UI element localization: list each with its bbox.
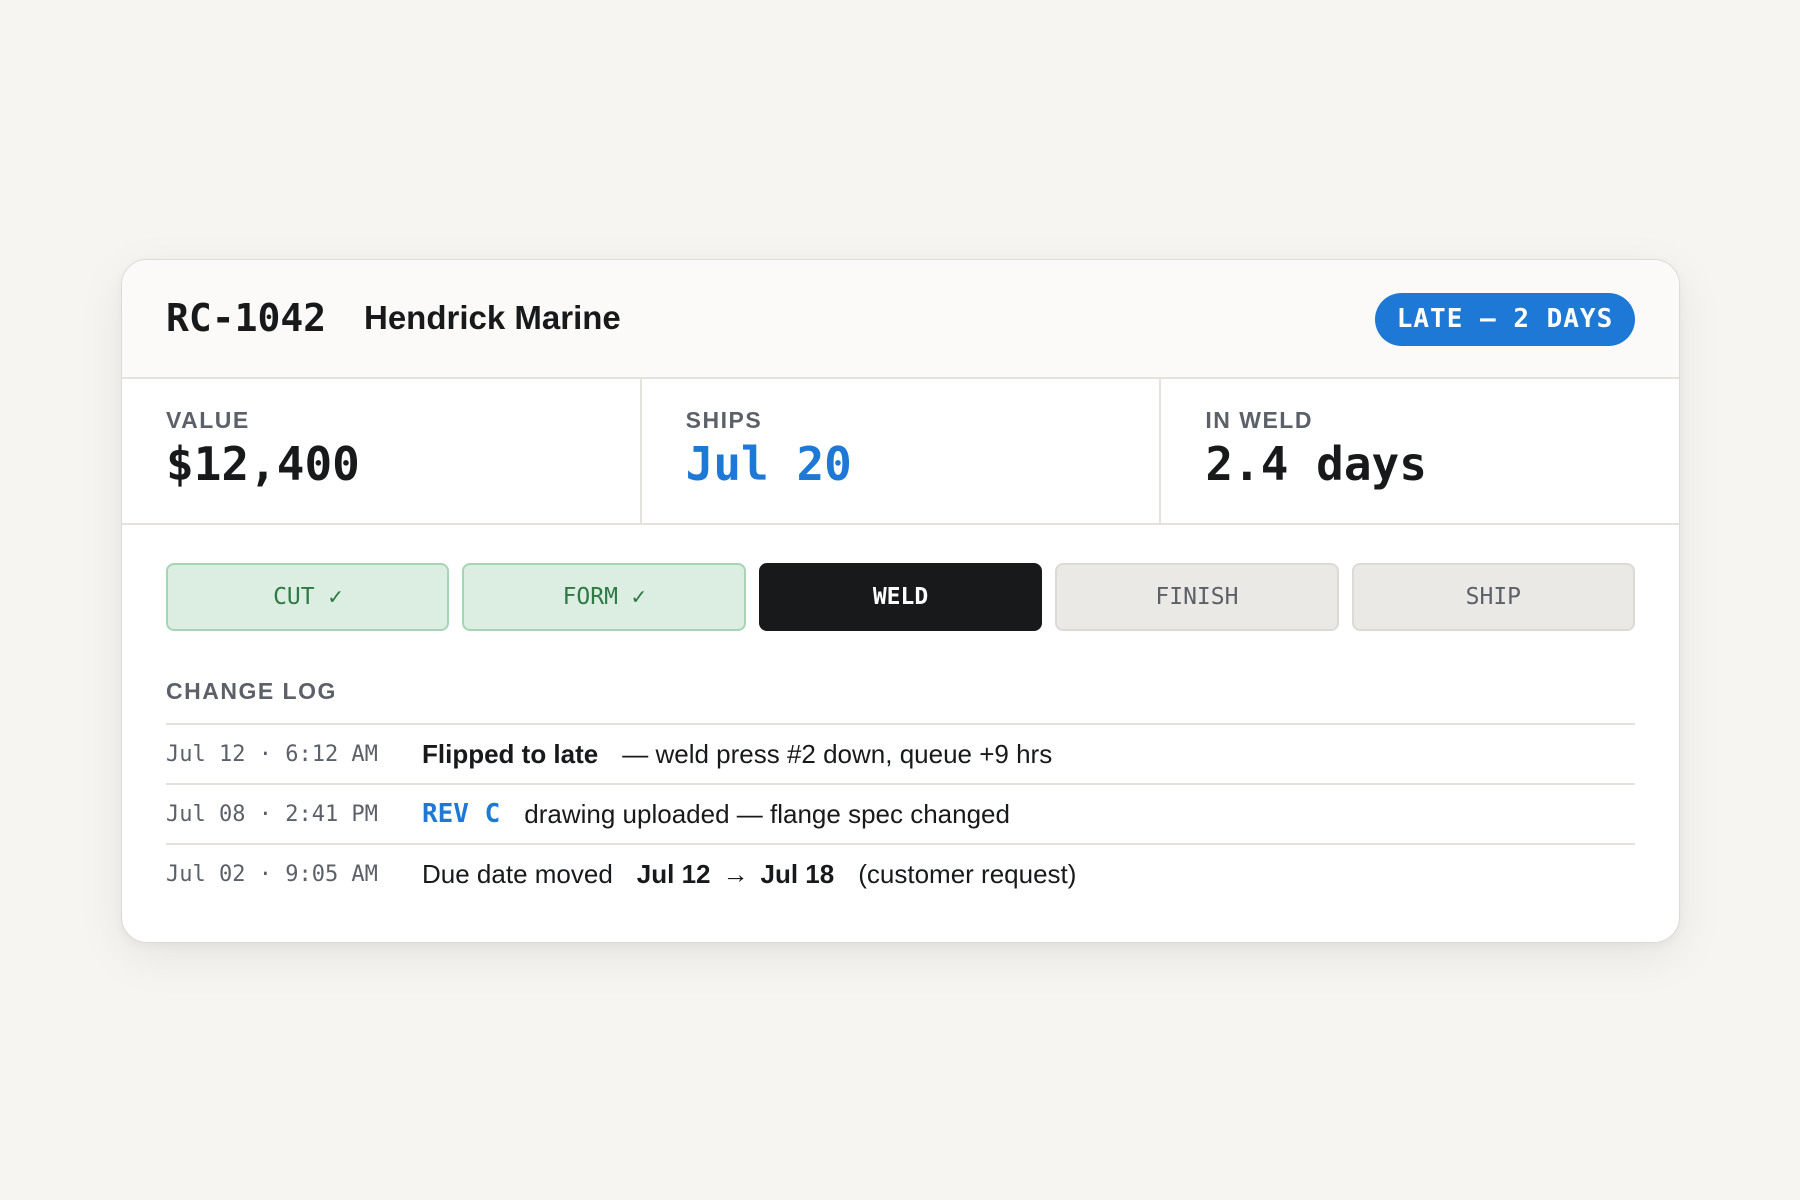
log-detail: — weld press #2 down, queue +9 hrs (622, 738, 1053, 769)
stage-cut[interactable]: CUT ✓ (166, 563, 450, 631)
stat-value-amount: $12,400 (166, 437, 360, 491)
stage-ship[interactable]: SHIP (1351, 563, 1636, 631)
log-timestamp: Jul 08 · 2:41 PM (166, 801, 378, 827)
log-timestamp: Jul 12 · 6:12 AM (166, 741, 378, 767)
stat-ships-label: SHIPS (685, 407, 763, 433)
stage-tracker: CUT ✓ FORM ✓ WELD FINISH SHIP (166, 563, 1636, 631)
stage-form[interactable]: FORM ✓ (462, 563, 746, 631)
stat-in-weld: IN WELD 2.4 days (1159, 379, 1679, 523)
stat-value-label: VALUE (166, 407, 250, 433)
change-log-title: CHANGE LOG (166, 678, 337, 704)
stat-in-weld-duration: 2.4 days (1205, 437, 1427, 491)
change-log: Jul 12 · 6:12 AM Flipped to late — weld … (166, 723, 1635, 903)
late-status-badge: LATE — 2 DAYS (1375, 293, 1635, 346)
stats-row: VALUE $12,400 SHIPS Jul 20 IN WELD 2.4 d… (122, 379, 1679, 525)
order-id: RC-1042 (166, 296, 327, 340)
stage-finish[interactable]: FINISH (1055, 563, 1339, 631)
change-log-entry: Jul 02 · 9:05 AM Due date moved Jul 12 →… (166, 843, 1635, 903)
stat-ships-date: Jul 20 (685, 437, 852, 491)
change-log-entry: Jul 08 · 2:41 PM REV C drawing uploaded … (166, 783, 1635, 843)
change-log-entry: Jul 12 · 6:12 AM Flipped to late — weld … (166, 723, 1635, 783)
log-event: Flipped to late (422, 738, 599, 769)
log-detail: drawing uploaded — flange spec changed (524, 798, 1010, 829)
log-date-to: Jul 18 (760, 858, 835, 889)
revision-tag[interactable]: REV C (422, 799, 500, 829)
stat-ships: SHIPS Jul 20 (639, 379, 1160, 523)
log-note: (customer request) (858, 858, 1077, 889)
log-date-from: Jul 12 (636, 858, 711, 889)
card-header: RC-1042 Hendrick Marine LATE — 2 DAYS (122, 260, 1679, 379)
stat-value: VALUE $12,400 (122, 379, 640, 523)
customer-name: Hendrick Marine (364, 299, 621, 336)
arrow-right-icon: → (722, 858, 749, 889)
stat-in-weld-label: IN WELD (1205, 407, 1313, 433)
stage-weld[interactable]: WELD (758, 563, 1043, 631)
order-card: RC-1042 Hendrick Marine LATE — 2 DAYS VA… (121, 259, 1680, 943)
log-event: Due date moved (422, 858, 613, 889)
log-timestamp: Jul 02 · 9:05 AM (166, 861, 378, 887)
